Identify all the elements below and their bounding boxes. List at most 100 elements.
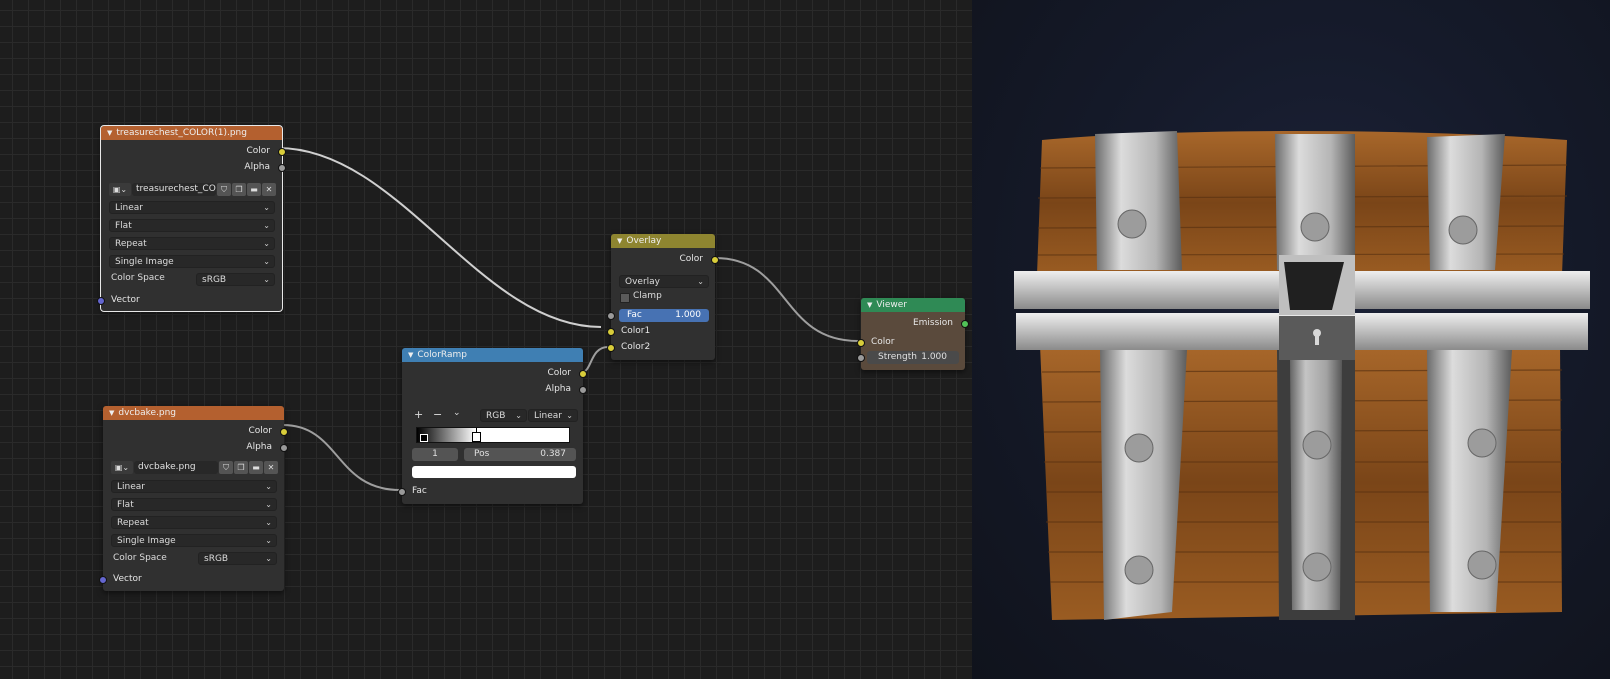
node-header[interactable]: ▼ ColorRamp (402, 348, 583, 362)
chevron-down-icon[interactable]: ⌄ (453, 408, 461, 418)
viewer-node[interactable]: ▼ Viewer Emission Color Strength 1.000 (857, 298, 969, 370)
output-color-label: Color (547, 368, 572, 378)
extension-dropdown[interactable]: Repeat ⌄ (109, 237, 275, 250)
node-header[interactable]: ▼ Viewer (861, 298, 965, 312)
dropdown-value: RGB (486, 411, 506, 421)
chevron-down-icon: ⌄ (265, 554, 272, 563)
input-color2-socket[interactable] (607, 344, 615, 352)
dropdown-value: Repeat (115, 239, 147, 249)
node-title: treasurechest_COLOR(1).png (116, 128, 247, 138)
close-icon[interactable]: ✕ (264, 461, 278, 474)
ramp-stop-1-marker (476, 428, 477, 433)
colorramp-node[interactable]: ▼ ColorRamp Color Alpha + − ⌄ RGB ⌄ Linear… (398, 348, 587, 504)
output-alpha-socket[interactable] (280, 444, 288, 452)
collapse-triangle-icon[interactable]: ▼ (867, 298, 872, 312)
collapse-triangle-icon[interactable]: ▼ (107, 126, 112, 140)
collapse-triangle-icon[interactable]: ▼ (408, 348, 413, 362)
fake-user-shield-icon[interactable]: ⛉ (217, 183, 231, 196)
open-folder-icon[interactable]: ▬ (249, 461, 263, 474)
input-vector-label: Vector (113, 574, 142, 584)
node-header[interactable]: ▼ dvcbake.png (103, 406, 284, 420)
color-space-dropdown[interactable]: sRGB ⌄ (198, 552, 277, 565)
stop-color-swatch[interactable] (412, 466, 576, 478)
interpolation-dropdown[interactable]: Linear ⌄ (109, 201, 275, 214)
output-color-socket[interactable] (579, 370, 587, 378)
ramp-stop-1[interactable] (472, 432, 481, 442)
input-color-label: Color (871, 337, 895, 347)
output-alpha-socket[interactable] (579, 386, 587, 394)
add-stop-button[interactable]: + (414, 408, 423, 421)
strength-field[interactable]: Strength 1.000 (867, 351, 959, 364)
overlay-mix-node[interactable]: ▼ Overlay Color Overlay ⌄ Clamp Fac 1.000 … (607, 234, 719, 360)
fake-user-shield-icon[interactable]: ⛉ (219, 461, 233, 474)
stop-position-field[interactable]: Pos 0.387 (464, 448, 576, 461)
input-strength-socket[interactable] (857, 354, 865, 362)
projection-dropdown[interactable]: Flat ⌄ (109, 219, 275, 232)
chevron-down-icon: ⌄ (263, 239, 270, 248)
output-color-label: Color (679, 254, 704, 264)
image-texture-node-2[interactable]: ▼ dvcbake.png Color Alpha ▣⌄ dvcbake.png … (99, 406, 288, 591)
input-color-socket[interactable] (857, 339, 865, 347)
source-dropdown[interactable]: Single Image ⌄ (109, 255, 275, 268)
image-name-field[interactable]: dvcbake.png (134, 461, 218, 474)
output-emission-label: Emission (912, 318, 953, 328)
image-name-field[interactable]: treasurechest_CO... (132, 183, 216, 196)
dropdown-value: Single Image (115, 257, 174, 267)
output-color-socket[interactable] (711, 256, 719, 264)
link-image1-color-to-overlay-color1 (277, 147, 602, 328)
projection-dropdown[interactable]: Flat ⌄ (111, 498, 277, 511)
collapse-triangle-icon[interactable]: ▼ (109, 406, 114, 420)
duplicate-icon[interactable]: ❐ (232, 183, 246, 196)
output-color-socket[interactable] (278, 148, 286, 156)
chevron-down-icon: ⌄ (263, 257, 270, 266)
input-color2-label: Color2 (621, 342, 651, 352)
color-mode-dropdown[interactable]: RGB ⌄ (480, 409, 527, 422)
remove-stop-button[interactable]: − (433, 408, 442, 421)
blend-mode-dropdown[interactable]: Overlay ⌄ (619, 275, 709, 288)
image-browse-button[interactable]: ▣⌄ (111, 461, 133, 474)
input-fac-socket[interactable] (398, 488, 406, 496)
collapse-triangle-icon[interactable]: ▼ (617, 234, 622, 248)
node-title: dvcbake.png (118, 408, 177, 418)
3d-viewport[interactable] (972, 0, 1610, 679)
input-vector-label: Vector (111, 295, 140, 305)
dropdown-value: sRGB (204, 554, 229, 564)
extension-dropdown[interactable]: Repeat ⌄ (111, 516, 277, 529)
chevron-down-icon: ⌄ (265, 536, 272, 545)
input-color1-socket[interactable] (607, 328, 615, 336)
dropdown-value: Linear (115, 203, 143, 213)
image-browse-button[interactable]: ▣⌄ (109, 183, 131, 196)
interpolation-dropdown[interactable]: Linear ⌄ (111, 480, 277, 493)
output-alpha-label: Alpha (246, 442, 272, 452)
node-header[interactable]: ▼ Overlay (611, 234, 715, 248)
ramp-stop-0[interactable] (420, 434, 428, 442)
node-title: Viewer (876, 300, 907, 310)
active-stop-index-field[interactable]: 1 (412, 448, 458, 461)
chevron-down-icon: ⌄ (263, 203, 270, 212)
source-dropdown[interactable]: Single Image ⌄ (111, 534, 277, 547)
output-alpha-socket[interactable] (278, 164, 286, 172)
pos-value: 0.387 (540, 449, 566, 459)
node-header[interactable]: ▼ treasurechest_COLOR(1).png (101, 126, 282, 140)
treasure-chest-render (1014, 131, 1590, 620)
input-vector-socket[interactable] (99, 576, 107, 584)
dropdown-value: Linear (117, 482, 145, 492)
color-ramp-gradient[interactable] (416, 427, 570, 443)
node-editor[interactable]: ▼ treasurechest_COLOR(1).png Color Alpha … (0, 0, 972, 679)
duplicate-icon[interactable]: ❐ (234, 461, 248, 474)
open-folder-icon[interactable]: ▬ (247, 183, 261, 196)
fac-slider[interactable]: Fac 1.000 (619, 309, 709, 322)
input-fac-socket[interactable] (607, 312, 615, 320)
clamp-checkbox[interactable] (620, 293, 630, 303)
output-alpha-label: Alpha (545, 384, 571, 394)
image-texture-node-1[interactable]: ▼ treasurechest_COLOR(1).png Color Alpha … (97, 125, 286, 312)
image-selector[interactable]: ▣⌄ treasurechest_CO... ⛉ ❐ ▬ ✕ (109, 183, 276, 196)
close-icon[interactable]: ✕ (262, 183, 276, 196)
color-space-dropdown[interactable]: sRGB ⌄ (196, 273, 275, 286)
image-selector[interactable]: ▣⌄ dvcbake.png ⛉ ❐ ▬ ✕ (111, 461, 278, 474)
interpolation-dropdown[interactable]: Linear ⌄ (528, 409, 578, 422)
input-vector-socket[interactable] (97, 297, 105, 305)
output-emission-socket[interactable] (961, 320, 969, 328)
output-color-socket[interactable] (280, 428, 288, 436)
dropdown-value: Single Image (117, 536, 176, 546)
